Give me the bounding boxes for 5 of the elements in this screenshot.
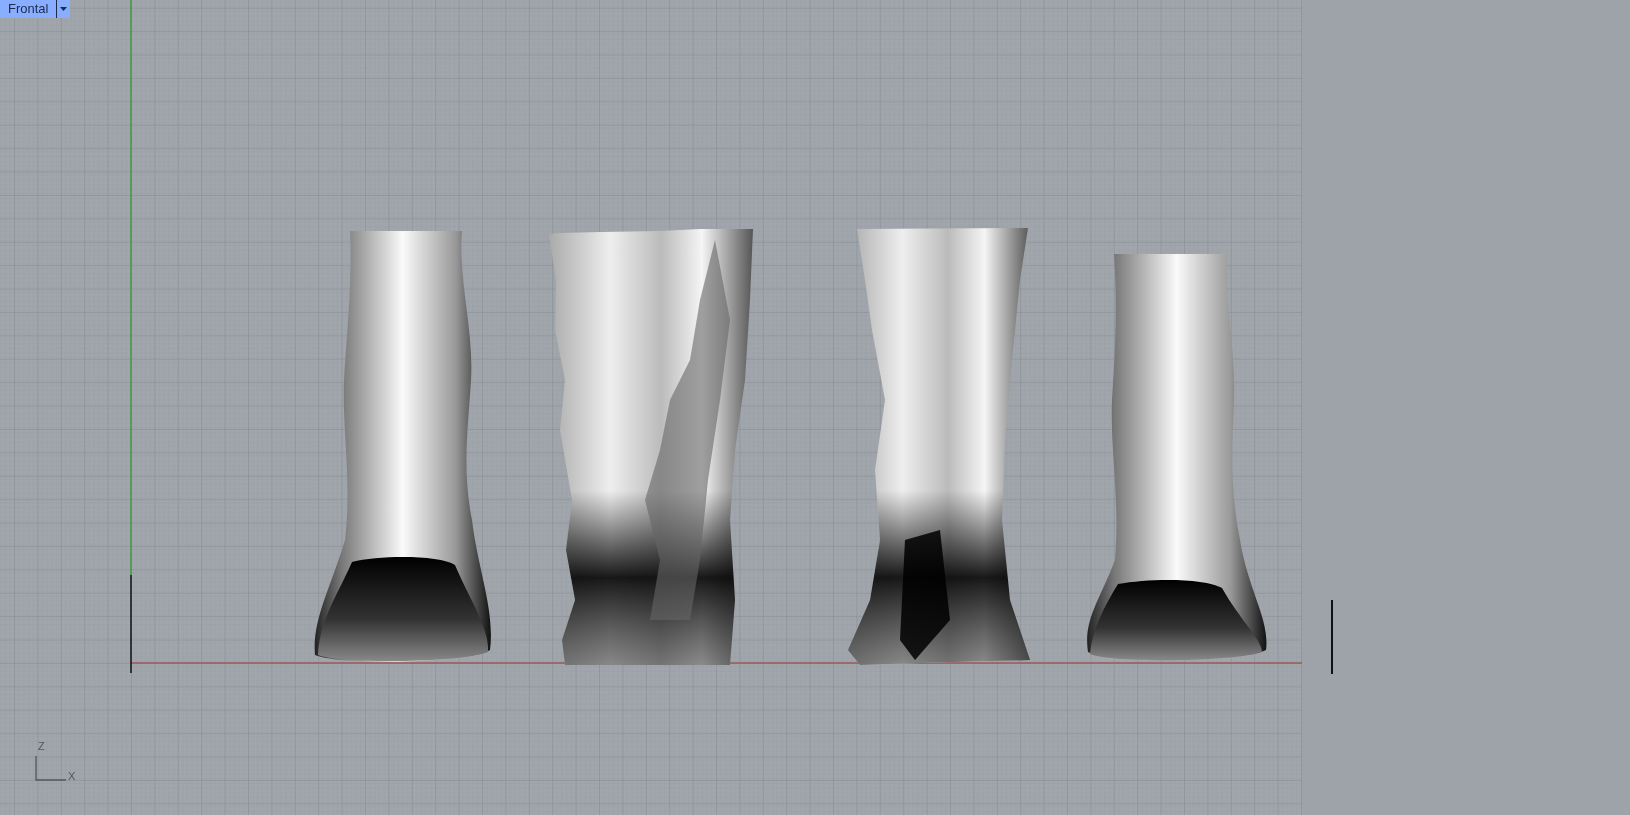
axis-label: X [68,771,76,782]
viewport[interactable]: Z X Frontal [0,0,1302,815]
axis-icon [35,755,67,781]
caret-icon [60,7,68,11]
axis-label: Z [38,741,45,752]
